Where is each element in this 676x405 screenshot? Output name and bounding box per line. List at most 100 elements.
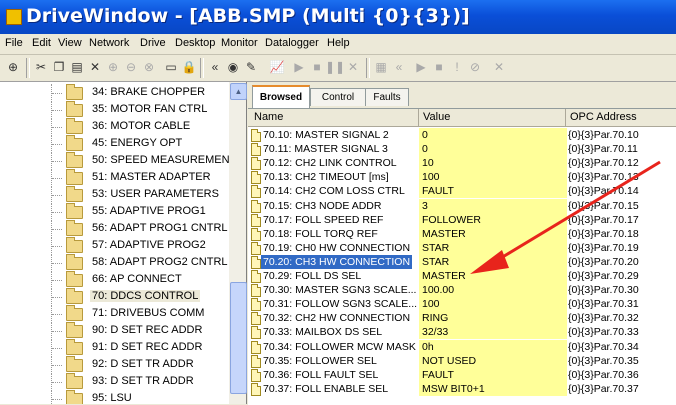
chart-icon[interactable]: 📈 bbox=[268, 58, 286, 76]
properties-icon[interactable]: ▭ bbox=[162, 58, 180, 76]
tree-item[interactable]: 36: MOTOR CABLE bbox=[0, 118, 228, 136]
menu-datalogger[interactable]: Datalogger bbox=[265, 37, 319, 49]
menu-monitor[interactable]: Monitor bbox=[221, 37, 258, 49]
tree-item[interactable]: 95: LSU bbox=[0, 390, 228, 404]
column-opc-address[interactable]: OPC Address bbox=[570, 111, 637, 123]
table-row[interactable]: 70.13: CH2 TIMEOUT [ms] 100 {0}{3}Par.70.1… bbox=[248, 170, 676, 185]
cell-value[interactable]: STAR bbox=[419, 254, 567, 269]
tree-item[interactable]: 58: ADAPT PROG2 CNTRL bbox=[0, 254, 228, 272]
cell-value[interactable]: STAR bbox=[419, 240, 567, 255]
clear-icon[interactable]: ✕ bbox=[344, 58, 362, 76]
pause-icon[interactable]: ❚❚ bbox=[325, 58, 345, 76]
cell-value[interactable]: 10 bbox=[419, 156, 567, 171]
cut-icon[interactable]: ✂ bbox=[32, 58, 50, 76]
table-row[interactable]: 70.19: CH0 HW CONNECTION STAR {0}{3}Par.70… bbox=[248, 240, 676, 255]
tab-faults[interactable]: Faults bbox=[365, 88, 409, 106]
cell-value[interactable]: MSW BIT0+1 bbox=[419, 381, 567, 396]
cell-value[interactable]: NOT USED bbox=[419, 353, 567, 368]
menu-network[interactable]: Network bbox=[89, 37, 129, 49]
rewind-icon[interactable]: « bbox=[206, 58, 224, 76]
halt-icon[interactable]: ■ bbox=[430, 58, 448, 76]
tree-item[interactable]: 55: ADAPTIVE PROG1 bbox=[0, 203, 228, 221]
tree-item[interactable]: 90: D SET REC ADDR bbox=[0, 322, 228, 340]
column-value[interactable]: Value bbox=[423, 111, 450, 123]
tree-item[interactable]: 45: ENERGY OPT bbox=[0, 135, 228, 153]
table-row[interactable]: 70.14: CH2 COM LOSS CTRL FAULT {0}{3}Par.7… bbox=[248, 184, 676, 199]
menu-help[interactable]: Help bbox=[327, 37, 350, 49]
table-row[interactable]: 70.15: CH3 NODE ADDR 3 {0}{3}Par.70.15 bbox=[248, 198, 676, 213]
table-row[interactable]: 70.12: CH2 LINK CONTROL 10 {0}{3}Par.70.12 bbox=[248, 156, 676, 171]
cell-value[interactable]: 0h bbox=[419, 339, 567, 354]
table-row[interactable]: 70.31: FOLLOW SGN3 SCALE... 100 {0}{3}Par.… bbox=[248, 297, 676, 312]
table-row[interactable]: 70.17: FOLL SPEED REF FOLLOWER {0}{3}Par.7… bbox=[248, 212, 676, 227]
copy-icon[interactable]: ❐ bbox=[50, 58, 68, 76]
tab-control[interactable]: Control bbox=[310, 88, 366, 106]
table-row[interactable]: 70.10: MASTER SIGNAL 2 0 {0}{3}Par.70.10 bbox=[248, 128, 676, 142]
close-icon[interactable]: ✕ bbox=[490, 58, 508, 76]
zoom-out-icon[interactable]: ⊖ bbox=[122, 58, 140, 76]
cell-value[interactable]: FAULT bbox=[419, 367, 567, 382]
tree-item[interactable]: 70: DDCS CONTROL bbox=[0, 288, 228, 306]
tree-item[interactable]: 92: D SET TR ADDR bbox=[0, 356, 228, 374]
grid-icon[interactable]: ▦ bbox=[372, 58, 390, 76]
lock-icon[interactable]: 🔒 bbox=[180, 58, 198, 76]
stop-icon[interactable]: ■ bbox=[308, 58, 326, 76]
menu-edit[interactable]: Edit bbox=[32, 37, 51, 49]
back-icon[interactable]: « bbox=[390, 58, 408, 76]
cell-value[interactable]: 100 bbox=[419, 297, 567, 312]
table-row[interactable]: 70.11: MASTER SIGNAL 3 0 {0}{3}Par.70.11 bbox=[248, 142, 676, 157]
run-icon[interactable]: ▶ bbox=[412, 58, 430, 76]
cell-value[interactable]: MASTER bbox=[419, 226, 567, 241]
tree-scrollbar[interactable]: ▲ bbox=[229, 82, 247, 404]
scroll-up-icon[interactable]: ▲ bbox=[230, 83, 247, 100]
zoom-in-icon[interactable]: ⊕ bbox=[104, 58, 122, 76]
table-row[interactable]: 70.20: CH3 HW CONNECTION STAR {0}{3}Par.70… bbox=[248, 254, 676, 269]
menu-file[interactable]: File bbox=[5, 37, 23, 49]
tree-item[interactable]: 51: MASTER ADAPTER bbox=[0, 169, 228, 187]
tree-item[interactable]: 53: USER PARAMETERS bbox=[0, 186, 228, 204]
table-row[interactable]: 70.29: FOLL DS SEL MASTER {0}{3}Par.70.29 bbox=[248, 269, 676, 283]
tree-item[interactable]: 57: ADAPTIVE PROG2 bbox=[0, 237, 228, 255]
table-row[interactable]: 70.37: FOLL ENABLE SEL MSW BIT0+1 {0}{3}Pa… bbox=[248, 381, 676, 396]
menu-view[interactable]: View bbox=[58, 37, 82, 49]
table-row[interactable]: 70.18: FOLL TORQ REF MASTER {0}{3}Par.70.1… bbox=[248, 226, 676, 241]
tree-item[interactable]: 93: D SET TR ADDR bbox=[0, 373, 228, 391]
menu-drive[interactable]: Drive bbox=[140, 37, 166, 49]
cell-value[interactable]: FAULT bbox=[419, 184, 567, 199]
paste-icon[interactable]: ▤ bbox=[68, 58, 86, 76]
menu-desktop[interactable]: Desktop bbox=[175, 37, 215, 49]
tree-item[interactable]: 34: BRAKE CHOPPER bbox=[0, 84, 228, 102]
tab-browsed[interactable]: Browsed bbox=[252, 85, 310, 108]
zoom-reset-icon[interactable]: ⊗ bbox=[140, 58, 158, 76]
cell-value[interactable]: RING bbox=[419, 311, 567, 326]
cell-value[interactable]: 100.00 bbox=[419, 283, 567, 298]
cell-value[interactable]: FOLLOWER bbox=[419, 212, 567, 227]
cell-value[interactable]: 3 bbox=[419, 198, 567, 213]
connect-icon[interactable]: ⊕ bbox=[4, 58, 22, 76]
table-row[interactable]: 70.35: FOLLOWER SEL NOT USED {0}{3}Par.70.… bbox=[248, 353, 676, 368]
tree-item[interactable]: 91: D SET REC ADDR bbox=[0, 339, 228, 357]
delete-icon[interactable]: ✕ bbox=[86, 58, 104, 76]
scroll-thumb[interactable] bbox=[230, 282, 247, 394]
cell-value[interactable]: 0 bbox=[419, 128, 567, 142]
play-icon[interactable]: ▶ bbox=[290, 58, 308, 76]
table-row[interactable]: 70.30: MASTER SGN3 SCALE... 100.00 {0}{3}P… bbox=[248, 283, 676, 298]
tree-item[interactable]: 56: ADAPT PROG1 CNTRL bbox=[0, 220, 228, 238]
cell-value[interactable]: MASTER bbox=[419, 269, 567, 283]
tree-item[interactable]: 35: MOTOR FAN CTRL bbox=[0, 101, 228, 119]
tree-item[interactable]: 71: DRIVEBUS COMM bbox=[0, 305, 228, 323]
edit-icon[interactable]: ✎ bbox=[242, 58, 260, 76]
table-row[interactable]: 70.32: CH2 HW CONNECTION RING {0}{3}Par.70… bbox=[248, 311, 676, 326]
cell-value[interactable]: 32/33 bbox=[419, 325, 567, 340]
cell-value[interactable]: 100 bbox=[419, 170, 567, 185]
table-row[interactable]: 70.34: FOLLOWER MCW MASK 0h {0}{3}Par.70.3… bbox=[248, 339, 676, 354]
tree-item[interactable]: 50: SPEED MEASUREMEN bbox=[0, 152, 230, 170]
tree-item[interactable]: 66: AP CONNECT bbox=[0, 271, 228, 289]
monitor-icon[interactable]: ◉ bbox=[224, 58, 242, 76]
cell-value[interactable]: 0 bbox=[419, 142, 567, 157]
alert-icon[interactable]: ! bbox=[448, 58, 466, 76]
reset-icon[interactable]: ⊘ bbox=[466, 58, 484, 76]
column-name[interactable]: Name bbox=[254, 111, 283, 123]
table-row[interactable]: 70.36: FOLL FAULT SEL FAULT {0}{3}Par.70.3… bbox=[248, 367, 676, 382]
table-row[interactable]: 70.33: MAILBOX DS SEL 32/33 {0}{3}Par.70.3… bbox=[248, 325, 676, 340]
